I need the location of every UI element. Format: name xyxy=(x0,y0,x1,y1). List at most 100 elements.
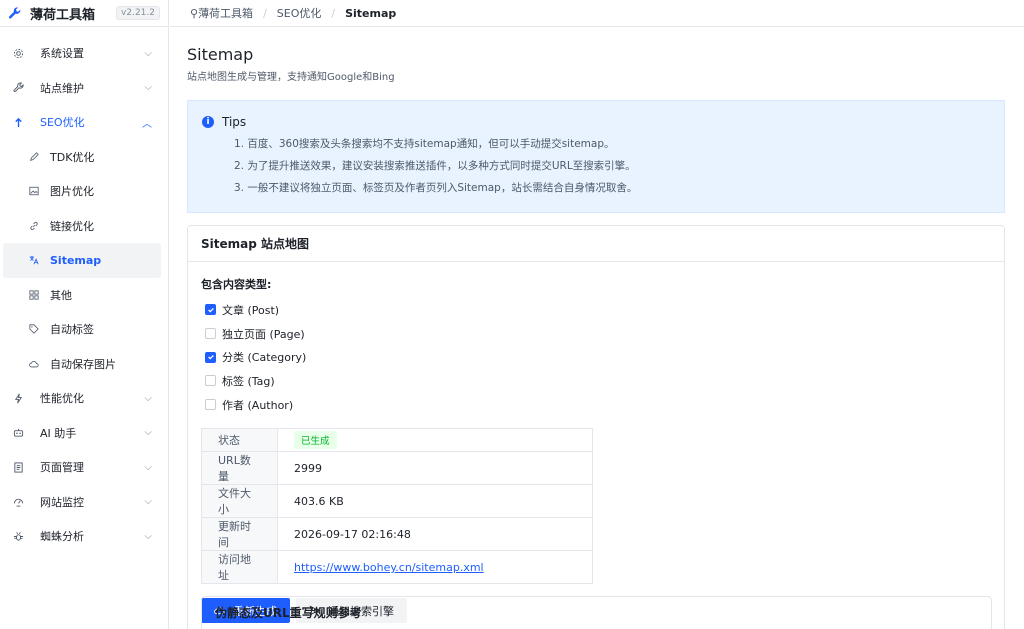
checkbox-category[interactable]: 分类 (Category) xyxy=(201,345,991,369)
sidebar-item-label: 页面管理 xyxy=(40,461,84,475)
cloud-icon xyxy=(28,358,40,370)
page-title: Sitemap xyxy=(187,45,254,64)
breadcrumb-root[interactable]: ⚲薄荷工具箱 xyxy=(190,5,253,21)
table-row: URL数量 2999 xyxy=(201,451,593,486)
sidebar-subitem-other[interactable]: 其他 xyxy=(0,278,168,313)
tips-header: i Tips xyxy=(202,115,990,129)
chevron-down-icon: ⌵ xyxy=(144,461,152,473)
sidebar-subitem-label: 其他 xyxy=(50,288,72,302)
table-row: 访问地址 https://www.bohey.cn/sitemap.xml xyxy=(201,550,593,585)
pen-icon xyxy=(28,151,40,163)
sidebar-menu: 系统设置 ⌵ 站点维护 ⌵ SEO优化 ︿ TDK优化 图片优化 链接优化 Si… xyxy=(0,27,168,554)
breadcrumb-current: Sitemap xyxy=(345,6,397,20)
sidebar-item-performance[interactable]: 性能优化 ⌵ xyxy=(0,381,168,416)
spider-icon xyxy=(12,530,24,542)
robot-icon xyxy=(12,427,24,439)
bolt-icon xyxy=(12,392,24,404)
sitemap-info-table: 状态 已生成 URL数量 2999 文件大小 403.6 KB 更新时间 202… xyxy=(201,428,593,585)
checkbox-checked[interactable] xyxy=(205,351,216,363)
sitemap-card-body: 包含内容类型: 文章 (Post) 独立页面 (Page) 分类 (Catego… xyxy=(188,262,1004,629)
sitemap-card-title: Sitemap 站点地图 xyxy=(188,226,1004,262)
app-name: 薄荷工具箱 xyxy=(30,7,96,23)
tips-list: 1. 百度、360搜索及头条搜索均不支持sitemap通知，但可以手动提交sit… xyxy=(202,133,990,199)
version-badge: v2.21.2 xyxy=(116,6,160,20)
sidebar-item-ai-assistant[interactable]: AI 助手 ⌵ xyxy=(0,416,168,451)
checkbox-tag[interactable]: 标签 (Tag) xyxy=(201,369,991,393)
sidebar-item-site-monitor[interactable]: 网站监控 ⌵ xyxy=(0,485,168,520)
tips-item: 2. 为了提升推送效果，建议安装搜索推送插件，以多种方式同时提交URL至搜索引擎… xyxy=(234,160,636,172)
tips-title: Tips xyxy=(222,115,247,129)
brand: 薄荷工具箱 v2.21.2 xyxy=(0,0,168,27)
sidebar-subitem-tdk[interactable]: TDK优化 xyxy=(0,140,168,175)
checkbox-unchecked[interactable] xyxy=(205,328,216,340)
sidebar-subitem-label: Sitemap xyxy=(50,253,102,267)
wrench-logo-icon xyxy=(8,5,24,21)
info-value: 2999 xyxy=(277,451,593,486)
sidebar-item-seo[interactable]: SEO优化 ︿ xyxy=(0,105,168,140)
checkbox-post[interactable]: 文章 (Post) xyxy=(201,298,991,322)
page-icon xyxy=(12,461,24,473)
checkbox-label: 标签 (Tag) xyxy=(222,374,275,388)
grid-icon xyxy=(28,289,40,301)
tips-item: 3. 一般不建议将独立页面、标签页及作者页列入Sitemap，站长需结合自身情况… xyxy=(234,182,638,194)
sidebar-item-label: 性能优化 xyxy=(40,392,84,406)
sidebar-item-label: 站点维护 xyxy=(40,81,84,95)
sidebar-subitem-label: TDK优化 xyxy=(50,150,95,164)
breadcrumb: ⚲薄荷工具箱 / SEO优化 / Sitemap xyxy=(170,0,1024,27)
sitemap-card: Sitemap 站点地图 包含内容类型: 文章 (Post) 独立页面 (Pag… xyxy=(187,225,1005,629)
info-value: 403.6 KB xyxy=(277,484,593,519)
breadcrumb-separator: / xyxy=(331,6,336,20)
content-types-label: 包含内容类型: xyxy=(201,278,272,291)
content-types-list: 文章 (Post) 独立页面 (Page) 分类 (Category) 标签 (… xyxy=(201,298,991,416)
info-key: 更新时间 xyxy=(201,517,278,552)
translate-icon xyxy=(28,254,40,266)
checkbox-label: 独立页面 (Page) xyxy=(222,327,305,341)
checkbox-label: 分类 (Category) xyxy=(222,351,307,365)
breadcrumb-root-label: 薄荷工具箱 xyxy=(198,7,254,20)
sidebar-item-system-settings[interactable]: 系统设置 ⌵ xyxy=(0,36,168,71)
chevron-down-icon: ⌵ xyxy=(144,530,152,542)
sitemap-url-link[interactable]: https://www.bohey.cn/sitemap.xml xyxy=(294,561,484,574)
sidebar-subitem-auto-save-image[interactable]: 自动保存图片 xyxy=(0,347,168,382)
info-key: 状态 xyxy=(201,428,278,453)
info-key: 文件大小 xyxy=(201,484,278,519)
checkbox-unchecked[interactable] xyxy=(205,375,216,387)
arrow-up-icon xyxy=(12,116,24,128)
sidebar-subitem-auto-tag[interactable]: 自动标签 xyxy=(0,312,168,347)
sidebar-item-site-maintenance[interactable]: 站点维护 ⌵ xyxy=(0,71,168,106)
gear-icon xyxy=(12,47,24,59)
sidebar-item-label: 网站监控 xyxy=(40,495,84,509)
sidebar-item-label: SEO优化 xyxy=(40,116,85,130)
link-icon xyxy=(28,220,40,232)
tips-item: 1. 百度、360搜索及头条搜索均不支持sitemap通知，但可以手动提交sit… xyxy=(234,138,615,150)
sidebar-item-page-management[interactable]: 页面管理 ⌵ xyxy=(0,450,168,485)
table-row: 文件大小 403.6 KB xyxy=(201,484,593,519)
table-row: 状态 已生成 xyxy=(201,428,593,453)
table-row: 更新时间 2026-09-17 02:16:48 xyxy=(201,517,593,552)
info-key: URL数量 xyxy=(201,451,278,486)
sidebar-subitem-label: 自动标签 xyxy=(50,323,94,337)
checkbox-page[interactable]: 独立页面 (Page) xyxy=(201,322,991,346)
info-value: 2026-09-17 02:16:48 xyxy=(277,517,593,552)
chevron-down-icon: ⌵ xyxy=(144,427,152,439)
chevron-down-icon: ⌵ xyxy=(144,496,152,508)
chevron-down-icon: ⌵ xyxy=(144,47,152,59)
info-value: 已生成 xyxy=(277,428,593,453)
info-value: https://www.bohey.cn/sitemap.xml xyxy=(277,550,593,585)
sidebar-subitem-label: 图片优化 xyxy=(50,185,94,199)
sidebar-subitem-link[interactable]: 链接优化 xyxy=(0,209,168,244)
breadcrumb-parent[interactable]: SEO优化 xyxy=(277,5,322,21)
sidebar-subitem-sitemap[interactable]: Sitemap xyxy=(3,243,161,278)
sidebar-item-spider-analysis[interactable]: 蜘蛛分析 ⌵ xyxy=(0,519,168,554)
checkbox-author[interactable]: 作者 (Author) xyxy=(201,393,991,417)
checkbox-checked[interactable] xyxy=(205,304,216,316)
checkbox-unchecked[interactable] xyxy=(205,399,216,411)
sidebar-item-label: 系统设置 xyxy=(40,47,84,61)
page-subtitle: 站点地图生成与管理，支持通知Google和Bing xyxy=(187,72,395,83)
sidebar-subitem-image[interactable]: 图片优化 xyxy=(0,174,168,209)
info-icon: i xyxy=(202,116,214,128)
sidebar-subitem-label: 链接优化 xyxy=(50,219,94,233)
chevron-up-icon: ︿ xyxy=(142,118,152,130)
rewrite-rules-title: 伪静态及URL重写规则参考 xyxy=(215,605,362,620)
monitor-icon xyxy=(12,496,24,508)
